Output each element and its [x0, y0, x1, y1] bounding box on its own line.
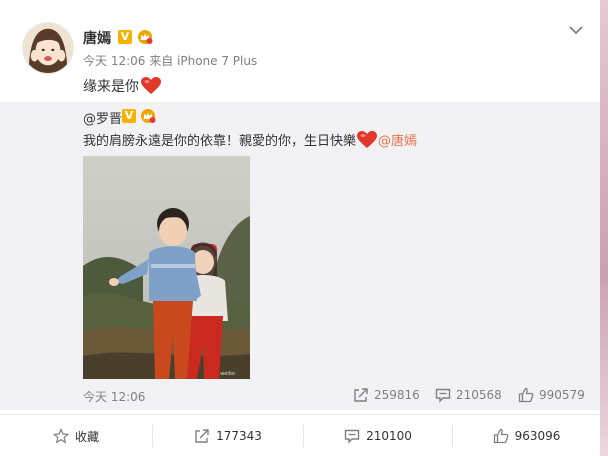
- avatar[interactable]: [22, 22, 74, 74]
- dropdown-chevron-icon[interactable]: [568, 22, 584, 38]
- favorite-button[interactable]: 收藏: [0, 415, 152, 456]
- repost-author[interactable]: @罗晋: [83, 108, 122, 127]
- repost-icon: [354, 388, 368, 402]
- author-name[interactable]: 唐嫣: [83, 28, 111, 48]
- heart-emoji-icon: [141, 77, 161, 94]
- like-count: 963096: [514, 429, 561, 443]
- repost-text: 我的肩膀永遠是你的依靠！親愛的你，生日快樂 @唐嫣: [83, 130, 417, 149]
- comment-count: 210568: [456, 388, 502, 402]
- action-bar: 收藏 177343 210100 963096: [0, 414, 600, 456]
- heart-emoji-icon: [357, 130, 378, 148]
- like-icon: [518, 387, 534, 403]
- crown-icon: [141, 109, 156, 123]
- post-text-body: 缘来是你: [83, 79, 139, 95]
- comment-icon: [344, 429, 360, 444]
- post-text: 缘来是你: [83, 76, 161, 96]
- repost-icon: [195, 429, 209, 443]
- weibo-card: 唐嫣 V 今天 12:06 来自 iPhone 7 Plus 缘来是你 @罗晋 …: [0, 0, 600, 456]
- repost-time[interactable]: 今天 12:06: [83, 388, 145, 405]
- like-icon: [493, 428, 509, 444]
- post-photo[interactable]: weibo: [83, 156, 250, 379]
- post-meta: 今天 12:06 来自 iPhone 7 Plus: [83, 54, 258, 68]
- repost-like-stat[interactable]: 990579: [518, 386, 585, 404]
- verified-badge-icon: V: [122, 109, 136, 123]
- favorite-label: 收藏: [74, 429, 99, 444]
- repost-repost-stat[interactable]: 259816: [353, 386, 420, 404]
- star-icon: [52, 428, 69, 444]
- repost-comment-stat[interactable]: 210568: [435, 386, 502, 404]
- like-button[interactable]: 963096: [453, 415, 600, 456]
- like-count: 990579: [539, 388, 585, 402]
- svg-text:weibo: weibo: [220, 371, 235, 377]
- repost-text-body: 我的肩膀永遠是你的依靠！親愛的你，生日快樂: [83, 134, 357, 149]
- repost-button[interactable]: 177343: [153, 415, 303, 456]
- comment-icon: [435, 388, 451, 403]
- repost-count: 177343: [216, 429, 262, 443]
- background-edge: [600, 0, 608, 456]
- verified-badge-icon: V: [118, 30, 132, 44]
- comment-count: 210100: [366, 429, 412, 443]
- repost-count: 259816: [374, 388, 420, 402]
- crown-icon: [138, 30, 153, 44]
- comment-button[interactable]: 210100: [304, 415, 452, 456]
- mention-link[interactable]: @唐嫣: [378, 130, 417, 149]
